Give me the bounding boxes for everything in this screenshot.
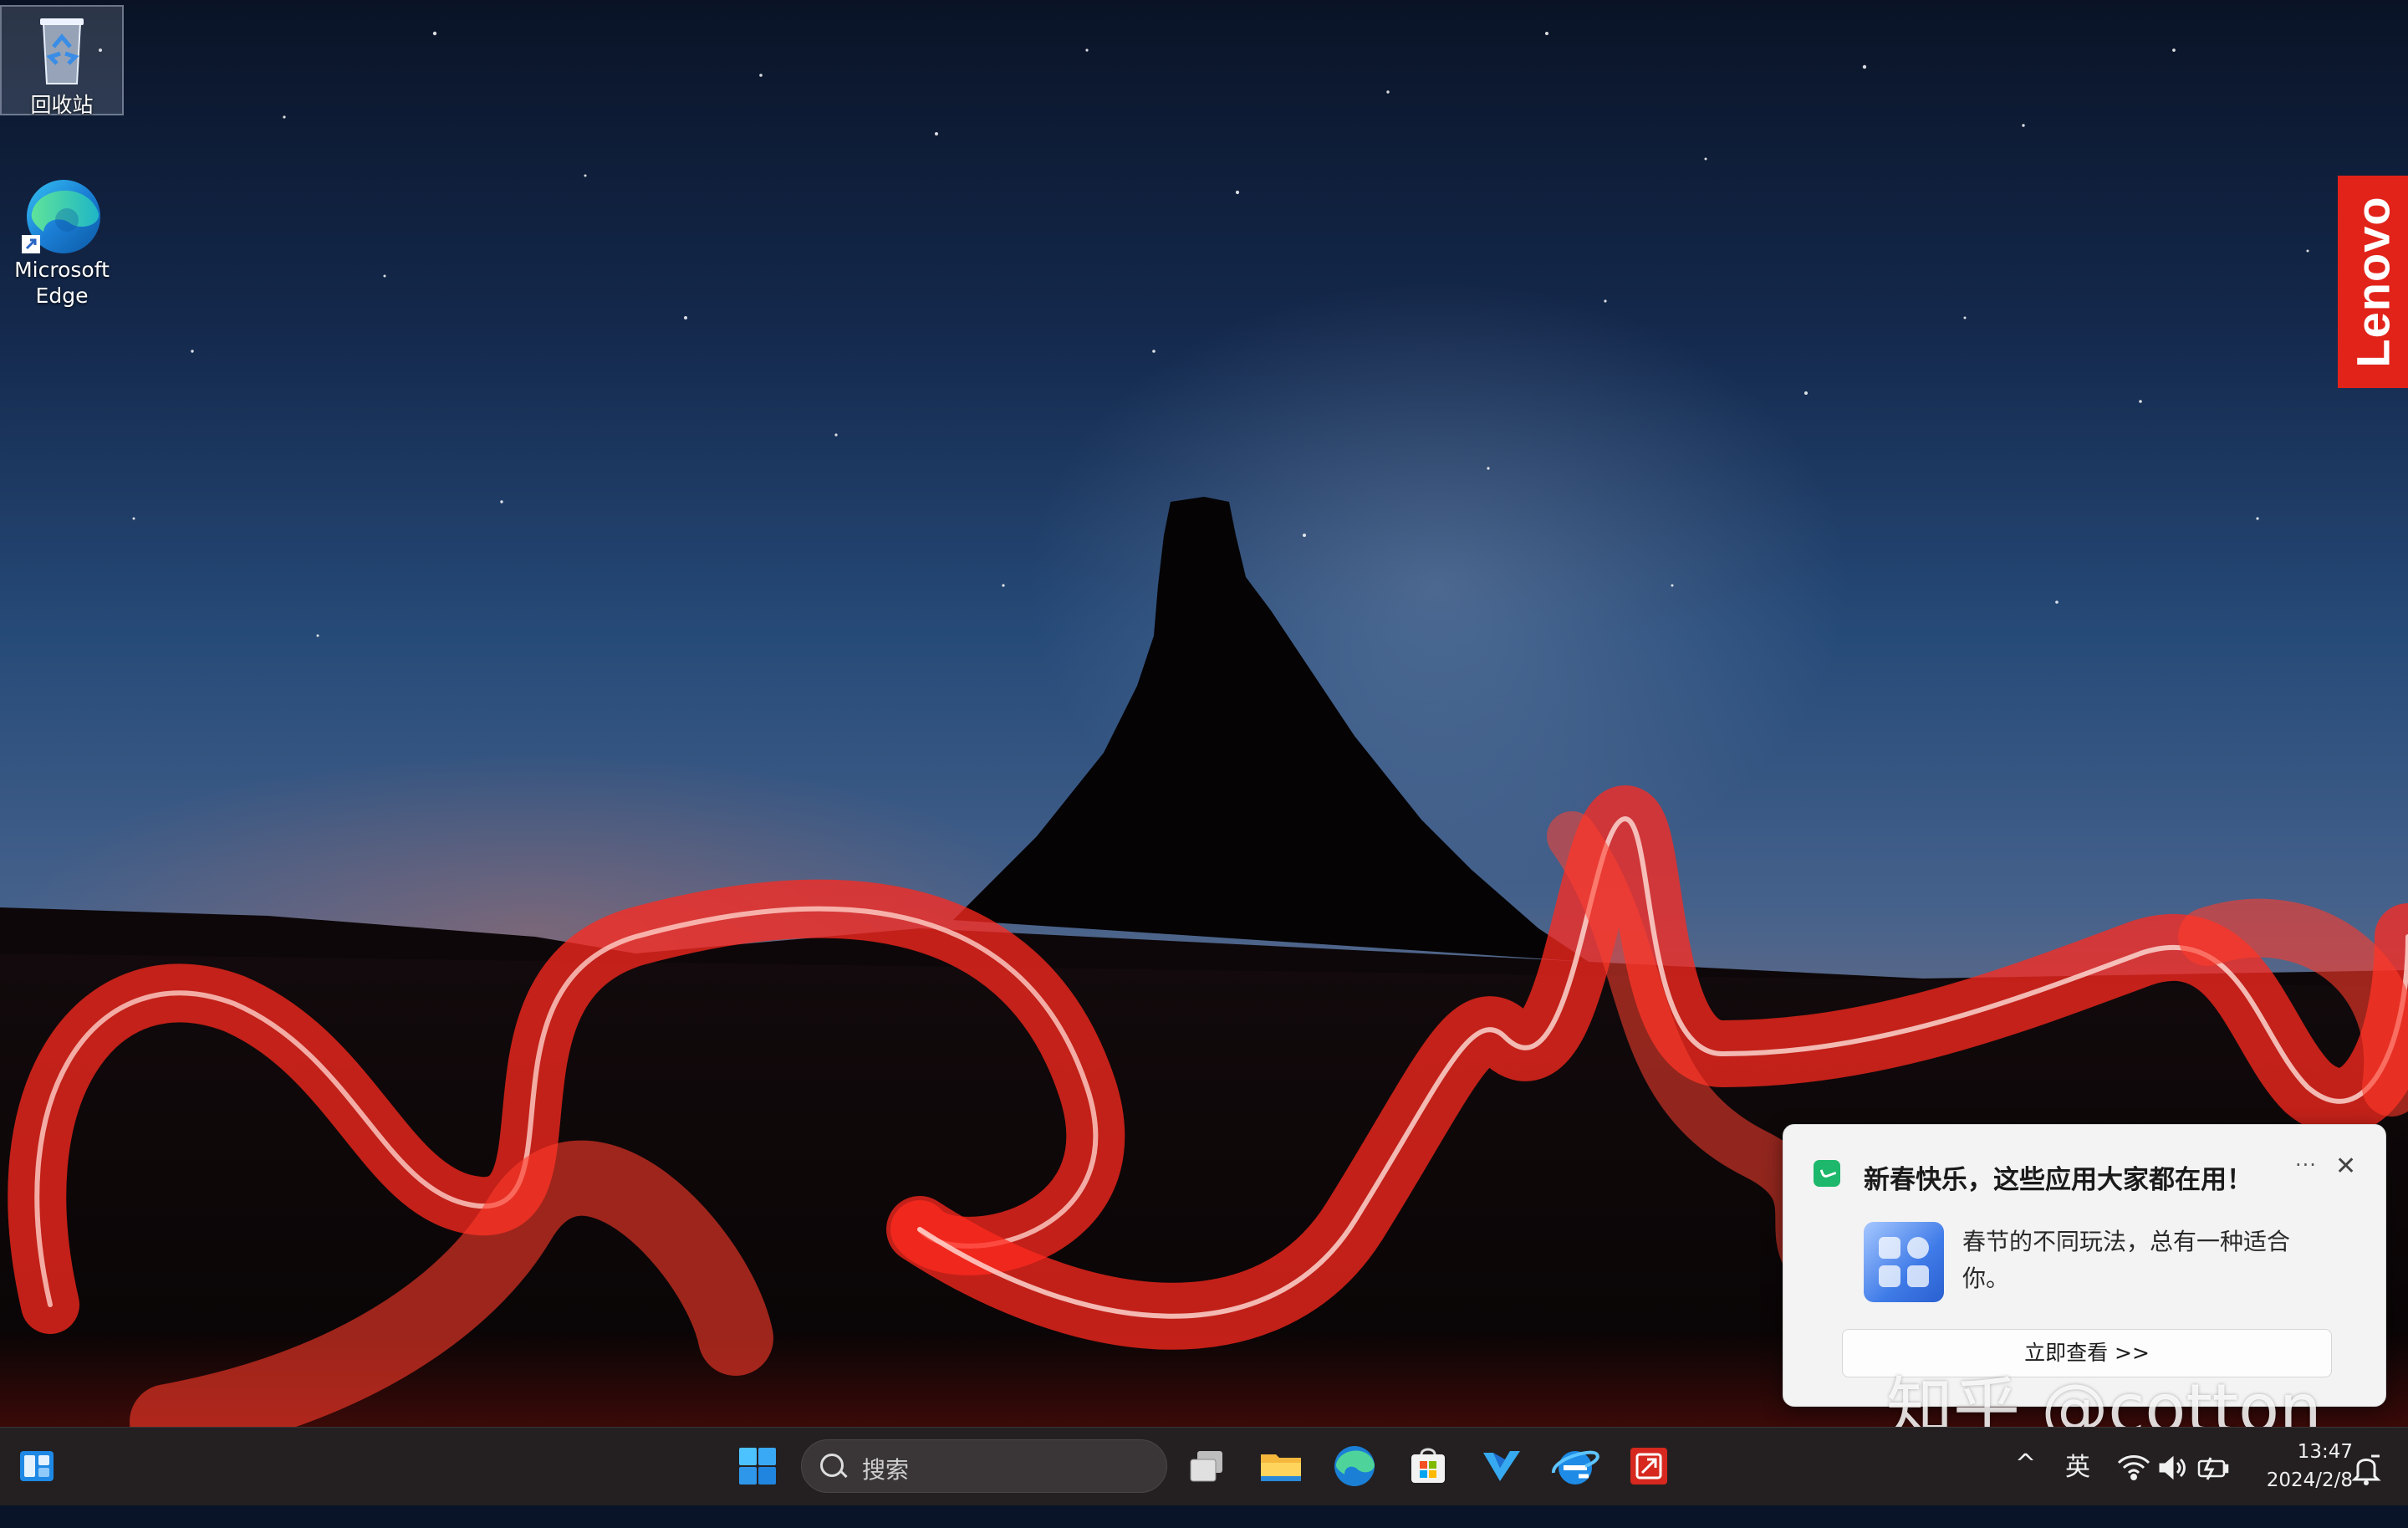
task-view-icon [1190, 1451, 1222, 1482]
app-grid-icon [1864, 1222, 1944, 1302]
notification-title: 新春快乐，这些应用大家都在用！ [1864, 1165, 2252, 1195]
edge-icon [20, 176, 104, 253]
taskbar-search-box[interactable]: 搜索 [801, 1439, 1167, 1493]
file-explorer-icon [1261, 1454, 1301, 1481]
volume-icon [2159, 1455, 2186, 1480]
ie-button[interactable] [1548, 1439, 1602, 1493]
desktop-icon-microsoft-edge[interactable]: Microsoft Edge [0, 171, 124, 309]
desktop-icon-recycle-bin[interactable]: 回收站 [0, 5, 124, 117]
tray-clock[interactable]: 13:47 2024/2/8 [2249, 1438, 2353, 1516]
clock-time: 13:47 [2297, 1441, 2353, 1463]
start-button[interactable] [731, 1439, 784, 1493]
desktop-icon-label: Microsoft Edge [14, 258, 110, 308]
v-app-icon [1483, 1451, 1520, 1481]
lenovo-logo-text: Lenovo [2346, 196, 2400, 368]
red-app-button[interactable] [1622, 1439, 1676, 1493]
notification-body: 春节的不同玩法，总有一种适合你。 [1962, 1228, 2291, 1292]
microsoft-store-button[interactable] [1401, 1439, 1455, 1493]
notification-center-button[interactable] [2346, 1443, 2386, 1493]
clock-date: 2024/2/8 [2266, 1469, 2353, 1491]
desktop-icon-label: 回收站 [30, 93, 94, 117]
lenovo-logo-badge: Lenovo [2338, 176, 2408, 388]
tray-status-icons[interactable] [2115, 1451, 2232, 1485]
taskbar: 搜索 ^ 英 13:47 2024/2/8 [0, 1427, 2408, 1505]
task-view-button[interactable] [1181, 1439, 1234, 1493]
wifi-icon [2117, 1455, 2150, 1480]
widgets-icon [20, 1451, 54, 1481]
ie-icon [1552, 1450, 1599, 1485]
windows-logo-icon [739, 1448, 776, 1485]
search-placeholder: 搜索 [862, 1456, 910, 1484]
v-app-button[interactable] [1475, 1439, 1528, 1493]
recycle-bin-icon [20, 12, 104, 89]
ime-indicator[interactable]: 英 [2065, 1446, 2090, 1525]
red-app-icon [1630, 1448, 1667, 1485]
edge-icon [1334, 1446, 1375, 1486]
edge-taskbar-button[interactable] [1328, 1439, 1381, 1493]
tray-overflow-chevron[interactable]: ^ [2015, 1449, 2036, 1528]
microsoft-store-icon [1411, 1448, 1445, 1483]
file-explorer-button[interactable] [1254, 1439, 1308, 1493]
notification-bell-icon [2351, 1454, 2381, 1485]
notification-more-button[interactable]: ··· [2295, 1153, 2317, 1177]
battery-icon [2197, 1457, 2229, 1480]
notification-close-button[interactable]: ✕ [2335, 1152, 2356, 1181]
search-icon [820, 1454, 844, 1477]
wechat-app-icon [1814, 1160, 1840, 1187]
widgets-button[interactable] [10, 1439, 64, 1493]
